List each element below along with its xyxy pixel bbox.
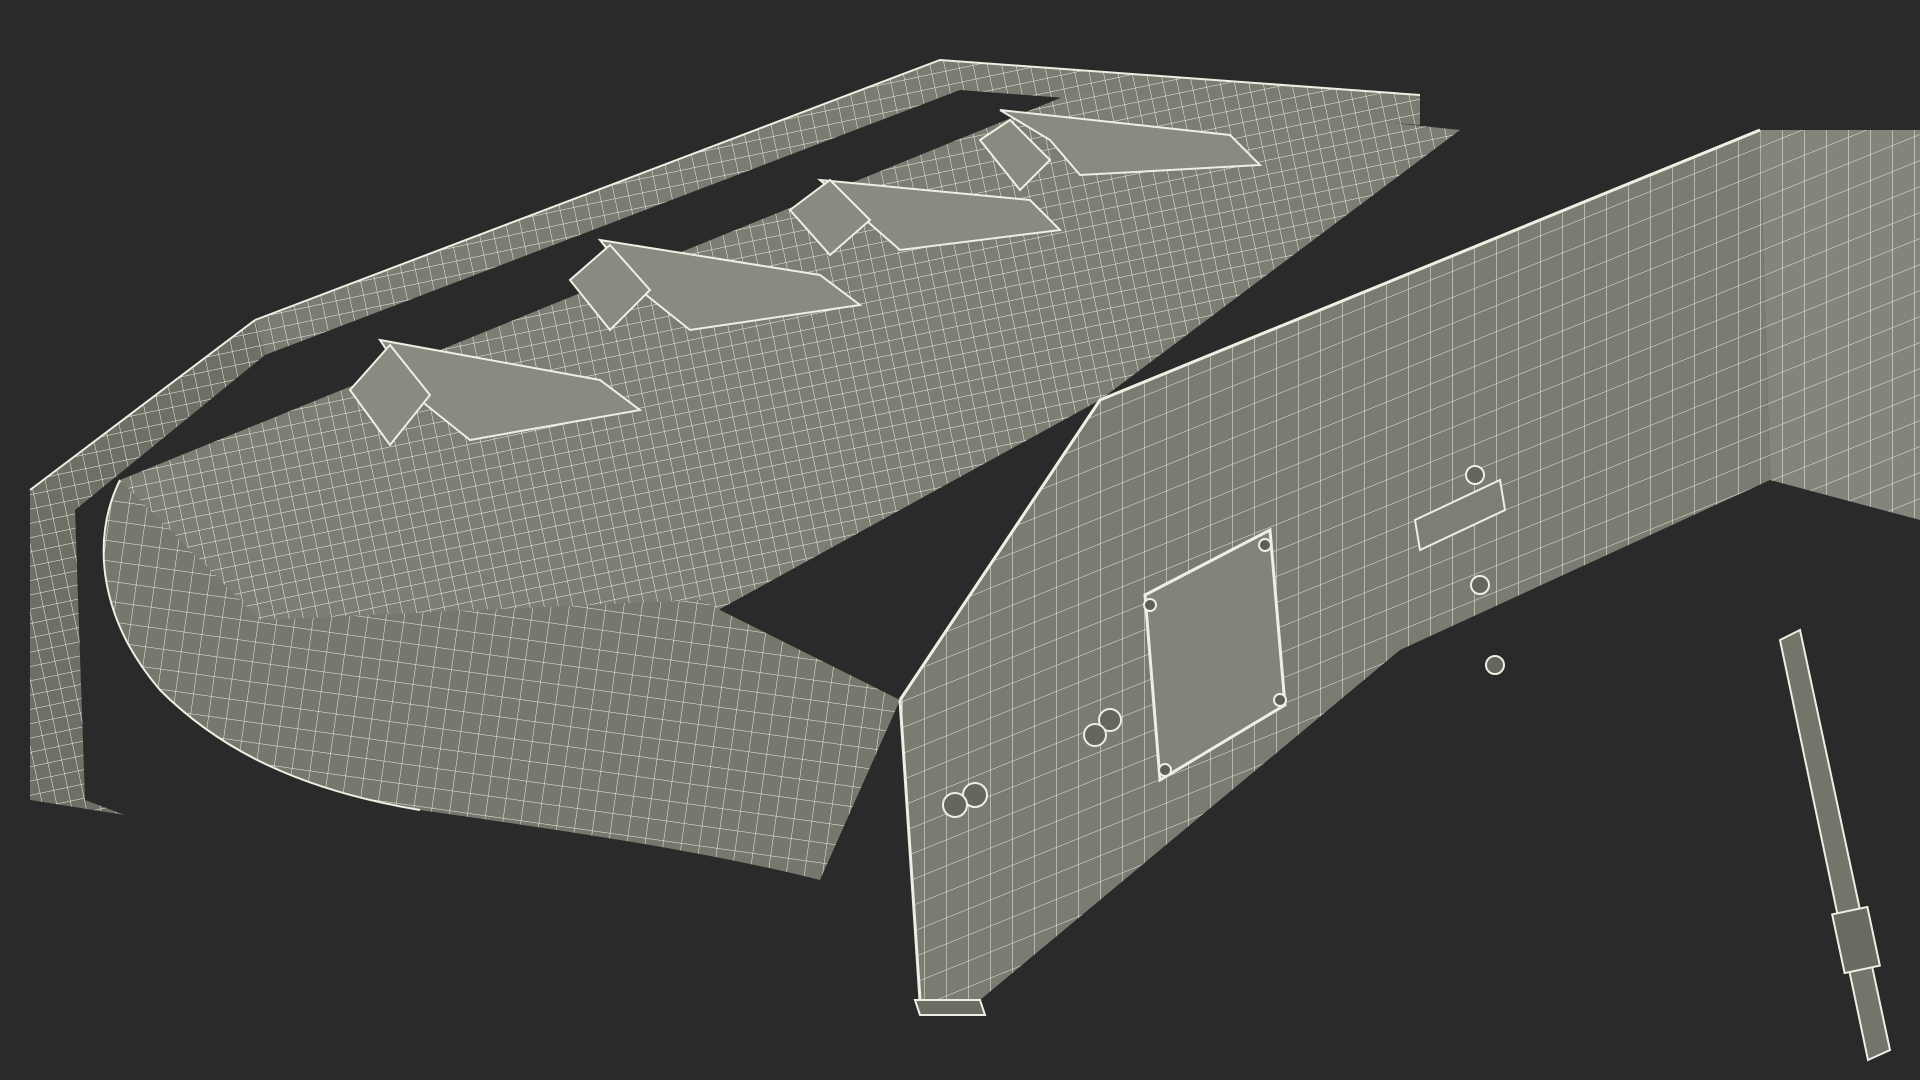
wireframe-render-viewport xyxy=(0,0,1920,1080)
support-strut xyxy=(1778,628,1892,1062)
bottom-flange xyxy=(913,999,987,1016)
conveyor-wireframe-model xyxy=(29,58,1920,1062)
frame-extension xyxy=(1760,130,1920,520)
